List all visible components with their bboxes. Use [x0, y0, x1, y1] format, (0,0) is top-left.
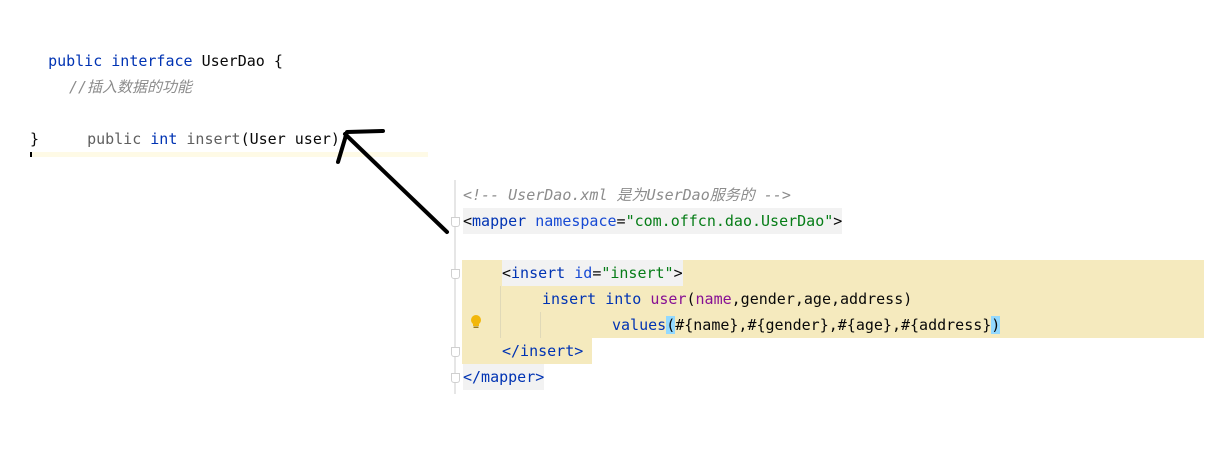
sql-column: name: [695, 290, 732, 308]
sql-keyword: into: [605, 290, 642, 308]
indent-guide: [540, 312, 541, 338]
lightbulb-icon[interactable]: [469, 314, 483, 330]
fold-marker-insert-open[interactable]: [451, 269, 460, 279]
insert-open-tag: <insert id="insert">: [502, 260, 683, 286]
mapper-open-tag: <mapper namespace="com.offcn.dao.UserDao…: [463, 208, 843, 234]
sql-table: user: [650, 290, 687, 308]
attr-eq: =: [592, 264, 602, 282]
tag-name: </mapper>: [463, 368, 545, 386]
sql-values-line: values(#{name},#{gender},#{age},#{addres…: [612, 312, 1001, 338]
indent-guide: [500, 286, 501, 338]
fold-marker-mapper-close[interactable]: [451, 373, 460, 383]
attr-name: id: [574, 264, 593, 282]
sql-insert-line: insert into user(name,gender,age,address…: [542, 286, 912, 312]
tag-bracket: >: [673, 264, 683, 282]
mapper-close-tag: </mapper>: [463, 364, 545, 390]
fold-marker-mapper[interactable]: [451, 217, 460, 227]
sql-keyword: insert: [542, 290, 597, 308]
xml-comment: <!-- UserDao.xml 是为UserDao服务的 -->: [463, 186, 791, 204]
tag-bracket: >: [833, 212, 843, 230]
sql-columns: ,gender,age,address): [731, 290, 913, 308]
fold-marker-insert-close[interactable]: [451, 347, 460, 357]
tag-name: insert: [511, 264, 566, 282]
matched-paren: ): [991, 316, 1001, 334]
sql-paren: (: [686, 290, 696, 308]
tag-name: </insert>: [502, 342, 584, 360]
tag-bracket: <: [502, 264, 512, 282]
attr-eq: =: [616, 212, 626, 230]
sql-params: #{name},#{gender},#{age},#{address}: [675, 316, 992, 334]
attr-value: "com.offcn.dao.UserDao": [625, 212, 834, 230]
tag-name: mapper: [472, 212, 527, 230]
attr-name: namespace: [535, 212, 617, 230]
tag-bracket: <: [463, 212, 473, 230]
editor-gutter: [454, 180, 456, 394]
insert-close-tag: </insert>: [502, 338, 583, 364]
attr-value: "insert": [601, 264, 674, 282]
matched-paren: (: [666, 316, 676, 334]
sql-keyword: values: [612, 316, 667, 334]
